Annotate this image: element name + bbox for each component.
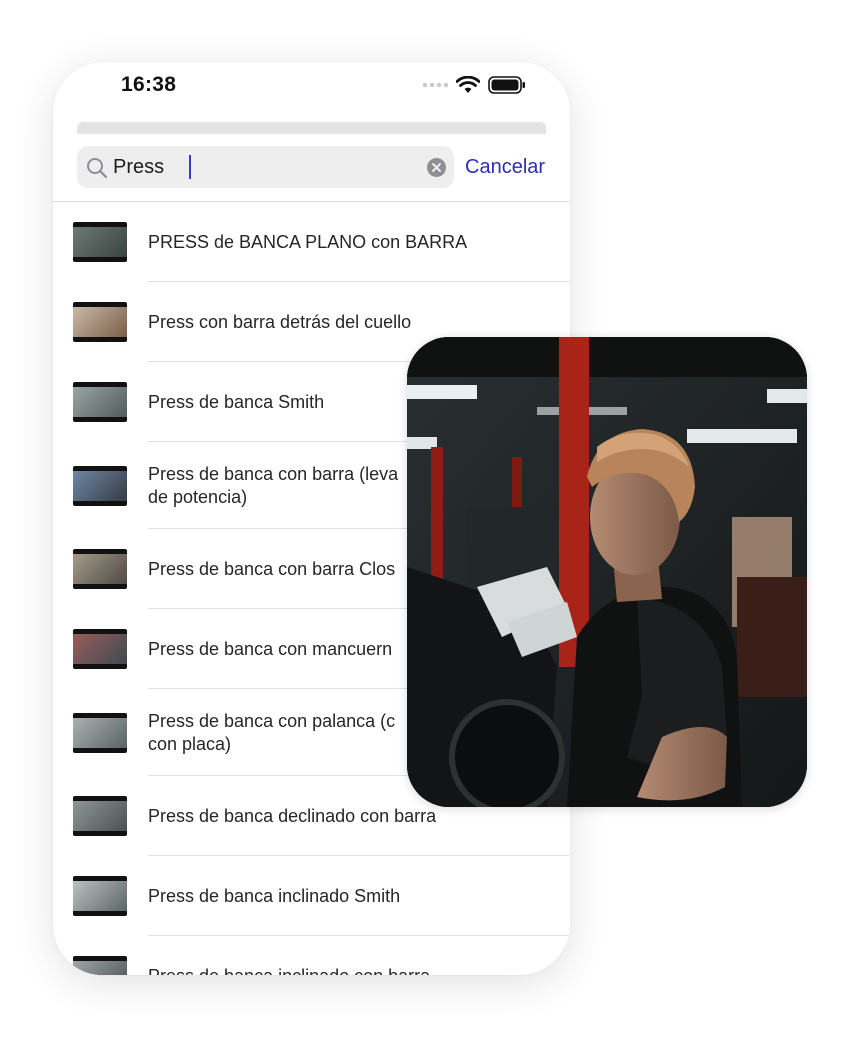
exercise-thumbnail [73, 549, 127, 589]
list-item-label: Press con barra detrás del cuello [148, 311, 548, 334]
battery-icon [488, 76, 525, 94]
list-item-label: PRESS de BANCA PLANO con BARRA [148, 231, 548, 254]
gym-photo [407, 337, 807, 807]
list-item[interactable]: PRESS de BANCA PLANO con BARRA [53, 202, 570, 282]
signal-dots-icon [422, 82, 448, 88]
list-item[interactable]: Press de banca inclinado Smith [53, 856, 570, 936]
exercise-thumbnail [73, 466, 127, 506]
exercise-thumbnail [73, 956, 127, 975]
clear-icon[interactable] [427, 158, 446, 177]
exercise-thumbnail [73, 876, 127, 916]
list-item-label: Press de banca inclinado con barra [148, 965, 548, 975]
list-item[interactable]: Press de banca inclinado con barra [53, 936, 570, 975]
list-item-label-line: Press con barra detrás del cuello [148, 312, 412, 332]
sheet-grabber [77, 122, 546, 134]
search-field[interactable] [77, 146, 454, 188]
text-caret [189, 155, 191, 179]
exercise-thumbnail [73, 222, 127, 262]
exercise-thumbnail [73, 629, 127, 669]
status-time: 16:38 [121, 73, 177, 96]
exercise-thumbnail [73, 796, 127, 836]
list-item-label-line: Press de banca inclinado Smith [148, 886, 401, 906]
list-item-label: Press de banca declinado con barra [148, 805, 548, 828]
status-icons [422, 76, 526, 94]
list-item-label-line: Press de banca inclinado con barra [148, 965, 548, 975]
list-item-label: Press de banca inclinado Smith [148, 885, 548, 908]
search-icon [87, 158, 108, 179]
wifi-icon [456, 76, 480, 93]
exercise-thumbnail [73, 713, 127, 753]
exercise-thumbnail [73, 302, 127, 342]
list-item-label-line: Press de banca declinado con barra [148, 806, 437, 826]
cancel-button[interactable]: Cancelar [465, 156, 545, 179]
man-in-gym-photo [407, 337, 807, 807]
list-item-label-line: PRESS de BANCA PLANO con BARRA [148, 232, 468, 252]
exercise-thumbnail [73, 382, 127, 422]
search-input[interactable] [113, 146, 413, 188]
